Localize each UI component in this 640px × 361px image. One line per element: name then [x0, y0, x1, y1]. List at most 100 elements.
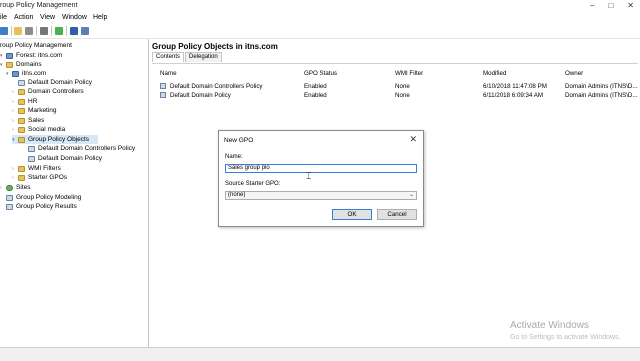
cell-modified: 6/11/2018 6:09:34 AM: [483, 92, 544, 99]
close-button[interactable]: ✕: [627, 1, 634, 10]
back-icon[interactable]: [0, 27, 8, 35]
new-gpo-dialog: New GPO ✕ Name: Sales group plo Source S…: [218, 130, 424, 227]
source-starter-select[interactable]: (none) ⌄: [225, 191, 417, 200]
up-folder-icon[interactable]: [14, 27, 22, 35]
toolbar: [0, 24, 640, 39]
ou-icon: [18, 98, 25, 105]
menu-action[interactable]: Action: [14, 14, 33, 21]
tree-label: Sales: [28, 117, 45, 124]
console-tree: roup Policy Management ▾ Forest: itns.com…: [0, 39, 149, 347]
results-icon: [6, 203, 13, 210]
cancel-button[interactable]: Cancel: [377, 209, 417, 220]
cell-status: Enabled: [304, 92, 327, 99]
console-icon[interactable]: [81, 27, 89, 35]
gpo-name-input[interactable]: Sales group plo: [225, 164, 417, 173]
window-controls: – □ ✕: [590, 1, 634, 10]
tree-label: Group Policy Objects: [28, 136, 90, 143]
tree-label: Starter GPOs: [28, 174, 68, 181]
tree-item-group-policy-objects[interactable]: ▾ Group Policy Objects: [12, 135, 98, 144]
tree-item-sales[interactable]: › Sales: [12, 116, 44, 125]
folder-icon: [6, 61, 13, 68]
minimize-button[interactable]: –: [590, 1, 594, 10]
toolbar-separator: [51, 26, 52, 36]
cell-name: Default Domain Controllers Policy: [170, 83, 263, 90]
cell-status: Enabled: [304, 83, 327, 90]
tree-item-default-domain-policy-gpo[interactable]: Default Domain Policy: [28, 154, 102, 163]
tree-label: roup Policy Management: [0, 42, 72, 49]
cell-modified: 6/10/2018 11:47:08 PM: [483, 83, 547, 90]
status-bar: [0, 347, 640, 361]
gpo-link-icon: [18, 79, 25, 86]
column-header-name[interactable]: Name: [160, 70, 177, 77]
tree-label: Sites: [16, 184, 31, 191]
activation-watermark-subtext: Go to Settings to activate Windows.: [510, 334, 621, 341]
tree-item-wmi-filters[interactable]: › WMI Filters: [12, 164, 61, 173]
gpo-icon: [160, 83, 166, 89]
folder-icon: [18, 136, 25, 143]
tab-delegation[interactable]: Delegation: [185, 52, 222, 62]
source-starter-value: (none): [228, 192, 246, 198]
tree-label: Default Domain Controllers Policy: [38, 145, 136, 152]
menu-file[interactable]: ile: [0, 14, 7, 21]
tree-item-default-domain-policy[interactable]: Default Domain Policy: [18, 78, 92, 87]
column-header-wmi[interactable]: WMI Filter: [395, 70, 423, 77]
pane-title: Group Policy Objects in itns.com: [152, 42, 278, 51]
tree-item-modeling[interactable]: Group Policy Modeling: [6, 193, 81, 202]
gpo-icon: [160, 92, 166, 98]
tree-item-results[interactable]: Group Policy Results: [6, 202, 77, 211]
cell-owner: Domain Admins (ITNS\D...: [565, 92, 638, 99]
tree-item-forest[interactable]: ▾ Forest: itns.com: [0, 51, 62, 60]
refresh-icon[interactable]: [55, 27, 63, 35]
menu-help[interactable]: Help: [93, 14, 107, 21]
ou-icon: [18, 88, 25, 95]
toolbar-separator: [36, 26, 37, 36]
tree-label: Default Domain Policy: [38, 155, 102, 162]
tree-item-social-media[interactable]: › Social media: [12, 125, 65, 134]
column-header-owner[interactable]: Owner: [565, 70, 583, 77]
source-starter-label: Source Starter GPO:: [225, 181, 281, 187]
modeling-icon: [6, 194, 13, 201]
ou-icon: [18, 117, 25, 124]
sites-icon: [6, 184, 13, 191]
ok-button[interactable]: OK: [332, 209, 372, 220]
tree-item-itns[interactable]: ▾ itns.com: [6, 69, 46, 78]
gpo-icon: [28, 155, 35, 162]
menu-view[interactable]: View: [40, 14, 55, 21]
cell-wmi: None: [395, 92, 410, 99]
title-bar: roup Policy Management – □ ✕: [0, 0, 640, 12]
tab-contents[interactable]: Contents: [152, 52, 185, 62]
tree-item-starter-gpos[interactable]: › Starter GPOs: [12, 173, 67, 182]
tree-item-marketing[interactable]: › Marketing: [12, 106, 57, 115]
cell-wmi: None: [395, 83, 410, 90]
properties-icon[interactable]: [40, 27, 48, 35]
ou-icon: [18, 126, 25, 133]
gpo-icon: [28, 145, 35, 152]
tree-item-root[interactable]: roup Policy Management: [0, 41, 72, 50]
chevron-down-icon: ⌄: [408, 192, 414, 198]
gpo-table: Name GPO Status WMI Filter Modified Owne…: [152, 63, 638, 99]
column-header-modified[interactable]: Modified: [483, 70, 506, 77]
dialog-close-button[interactable]: ✕: [409, 134, 417, 145]
menu-window[interactable]: Window: [62, 14, 87, 21]
tree-label: Group Policy Results: [16, 203, 77, 210]
tree-item-domain-controllers[interactable]: › Domain Controllers: [12, 87, 84, 96]
tree-label: WMI Filters: [28, 165, 61, 172]
forest-icon: [6, 52, 13, 59]
dialog-title: New GPO: [224, 137, 254, 144]
cell-owner: Domain Admins (ITNS\D...: [565, 83, 638, 90]
tree-item-hr[interactable]: › HR: [12, 97, 37, 106]
tree-item-default-dc-policy[interactable]: Default Domain Controllers Policy: [28, 144, 135, 153]
tree-label: Domain Controllers: [28, 88, 84, 95]
toolbar-separator: [66, 26, 67, 36]
column-header-status[interactable]: GPO Status: [304, 70, 337, 77]
tree-label: Domains: [16, 61, 42, 68]
tree-label: Social media: [28, 126, 66, 133]
tree-item-domains[interactable]: ▾ Domains: [0, 60, 42, 69]
show-hide-tree-icon[interactable]: [25, 27, 33, 35]
tab-strip: Contents Delegation: [152, 52, 223, 62]
tree-label: Forest: itns.com: [16, 52, 63, 59]
tree-label: Group Policy Modeling: [16, 194, 82, 201]
maximize-button[interactable]: □: [608, 1, 613, 10]
help-icon[interactable]: [70, 27, 78, 35]
tree-item-sites[interactable]: › Sites: [0, 183, 30, 192]
